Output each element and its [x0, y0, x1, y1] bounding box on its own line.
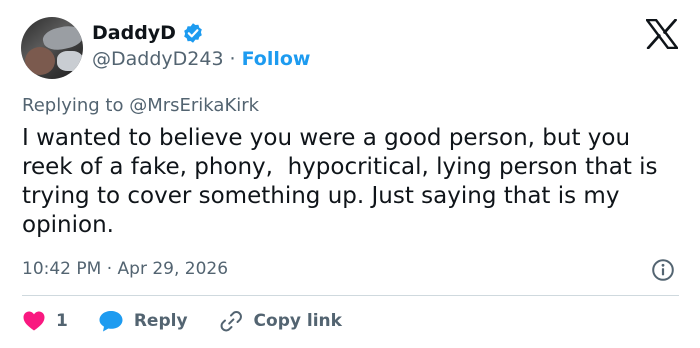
- reply-bubble-icon: [99, 311, 123, 332]
- verified-badge-icon: [184, 23, 202, 43]
- info-icon[interactable]: [651, 258, 675, 282]
- like-count: 1: [56, 311, 68, 331]
- separator-dot: ·: [229, 48, 236, 70]
- author-name-row: DaddyD: [92, 22, 204, 44]
- x-logo-icon[interactable]: [646, 19, 678, 49]
- follow-button[interactable]: Follow: [242, 48, 311, 70]
- tweet-actions: 1 Reply Copy link: [22, 307, 342, 335]
- replying-to: Replying to @MrsErikaKirk: [22, 95, 259, 116]
- divider: [22, 295, 679, 296]
- reply-button[interactable]: Reply: [98, 309, 188, 333]
- like-button[interactable]: 1: [22, 310, 68, 332]
- link-icon: [220, 311, 242, 332]
- copy-link-label: Copy link: [253, 311, 342, 331]
- replying-mention[interactable]: @MrsErikaKirk: [129, 95, 259, 116]
- tweet-timestamp[interactable]: 10:42 PM · Apr 29, 2026: [22, 259, 228, 279]
- copy-link-button[interactable]: Copy link: [218, 309, 342, 333]
- avatar-shape: [57, 51, 83, 71]
- avatar-shape: [25, 47, 55, 75]
- author-display-name[interactable]: DaddyD: [92, 22, 176, 44]
- reply-label: Reply: [133, 311, 188, 331]
- replying-prefix: Replying to: [22, 95, 124, 116]
- heart-icon: [23, 311, 45, 331]
- author-avatar[interactable]: [21, 17, 83, 79]
- author-handle-row: @DaddyD243 · Follow: [92, 48, 311, 70]
- author-handle[interactable]: @DaddyD243: [92, 48, 224, 70]
- tweet-text: I wanted to believe you were a good pers…: [22, 125, 665, 238]
